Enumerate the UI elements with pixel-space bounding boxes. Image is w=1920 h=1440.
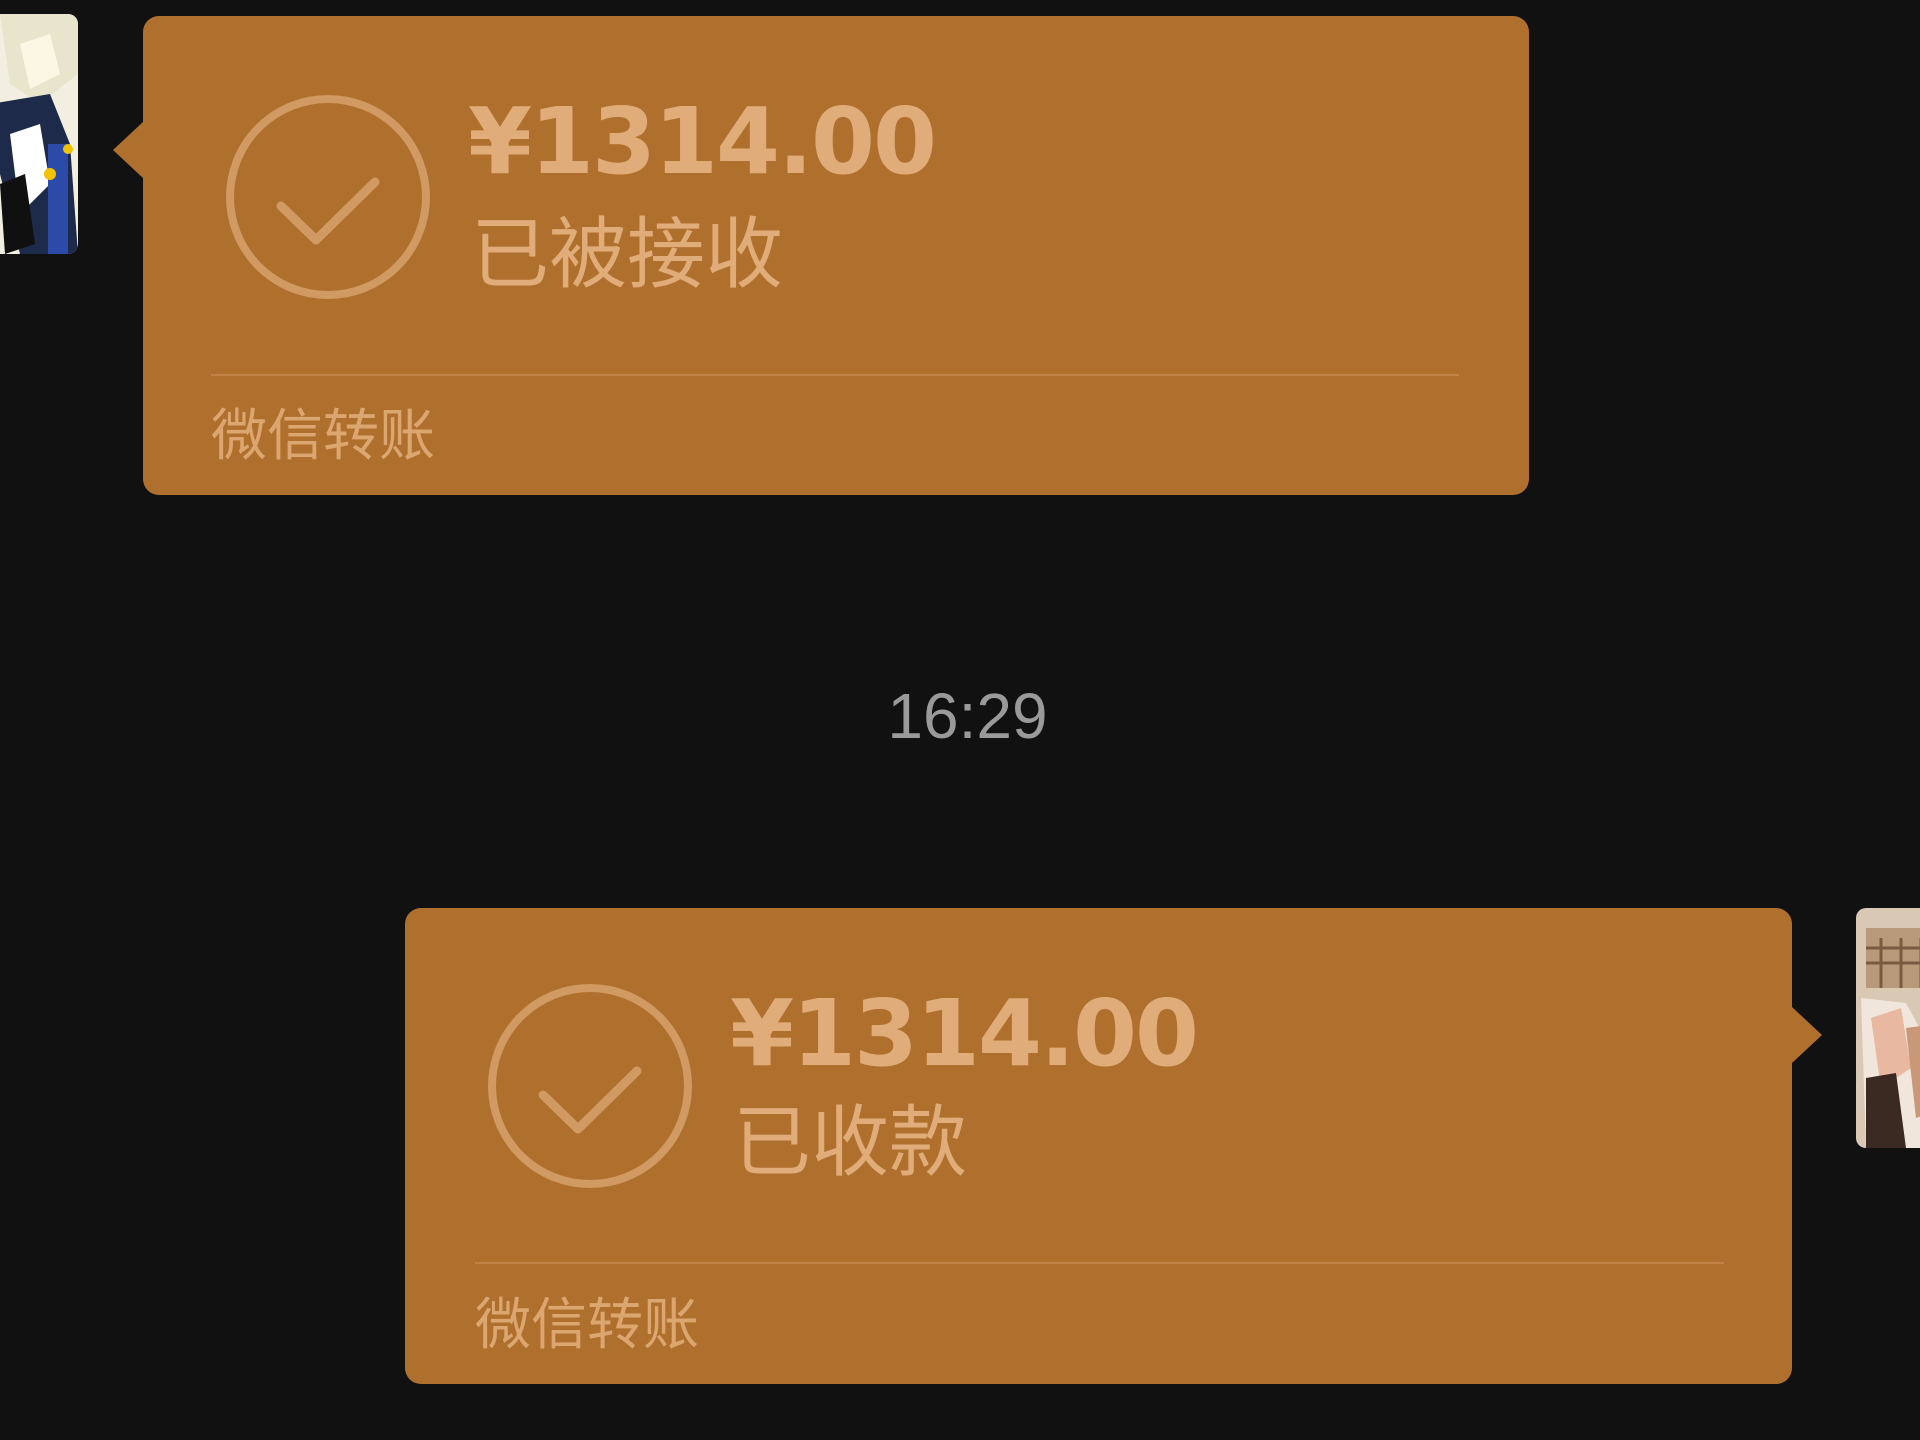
transfer-source-label: 微信转账	[211, 404, 435, 469]
anime-avatar-icon	[1856, 908, 1920, 1148]
check-circle-icon	[488, 984, 692, 1188]
divider	[211, 374, 1459, 376]
check-circle-icon	[226, 95, 430, 299]
bubble-tail	[1792, 1007, 1822, 1063]
self-avatar[interactable]	[1856, 908, 1920, 1148]
transfer-amount: ¥1314.00	[730, 980, 1199, 1087]
transfer-bubble-sent[interactable]: ¥1314.00 已收款 微信转账	[405, 908, 1822, 1384]
message-timestamp: 16:29	[887, 680, 1048, 752]
transfer-bubble-received[interactable]: ¥1314.00 已被接收 微信转账	[113, 16, 1529, 495]
transfer-amount: ¥1314.00	[468, 88, 937, 195]
divider	[475, 1262, 1724, 1264]
contact-avatar[interactable]	[0, 14, 78, 254]
transfer-status: 已被接收	[471, 210, 784, 300]
anime-avatar-icon	[0, 14, 78, 254]
bubble-tail	[113, 122, 143, 178]
transfer-status: 已收款	[733, 1098, 968, 1188]
chat-view: ¥1314.00 已被接收 微信转账 16:29 ¥1314.00 已收款 微信…	[0, 0, 1920, 1440]
transfer-source-label: 微信转账	[475, 1293, 699, 1358]
